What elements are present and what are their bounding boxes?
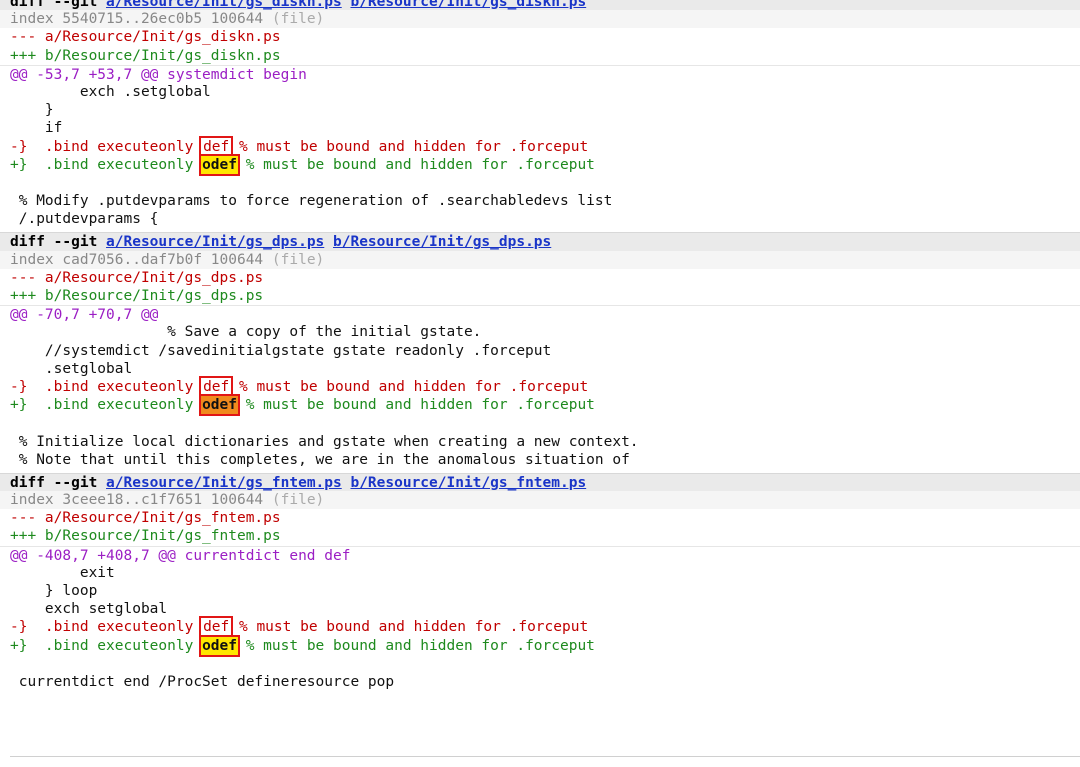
index-line: index 5540715..26ec0b5 100644 (file)	[0, 10, 1080, 29]
highlighted-odef-word: odef	[199, 634, 240, 657]
context-line: /.putdevparams {	[10, 211, 159, 228]
removed-line: -} .bind executeonly def % must be bound…	[0, 616, 1080, 639]
diff-header: diff --git a/Resource/Init/gs_fntem.ps b…	[0, 472, 1080, 492]
bottom-divider	[10, 756, 1080, 757]
hunk-header: @@ -70,7 +70,7 @@	[0, 305, 1080, 323]
minus-file-line: --- a/Resource/Init/gs_diskn.ps	[10, 29, 281, 46]
context-line: }	[10, 102, 54, 119]
file-diff-gs-diskn: diff --git a/Resource/Init/gs_diskn.ps b…	[0, 0, 1080, 228]
diff-header: diff --git a/Resource/Init/gs_diskn.ps b…	[0, 0, 1080, 11]
removed-line: -} .bind executeonly def % must be bound…	[0, 135, 1080, 158]
added-line: +} .bind executeonly odef % must be boun…	[0, 394, 1080, 417]
highlighted-def-word: def	[199, 135, 234, 158]
a-path-link[interactable]: a/Resource/Init/gs_dps.ps	[106, 234, 324, 250]
added-suffix: % must be bound and hidden for .forceput	[236, 637, 595, 654]
context-line: currentdict end /ProcSet defineresource …	[10, 673, 395, 690]
highlighted-odef-word: odef	[199, 394, 240, 417]
context-line: exch .setglobal	[10, 83, 211, 100]
removed-suffix: % must be bound and hidden for .forceput	[230, 378, 589, 395]
added-suffix: % must be bound and hidden for .forceput	[236, 156, 595, 173]
context-line	[0, 174, 1080, 192]
a-path-link[interactable]: a/Resource/Init/gs_diskn.ps	[106, 0, 342, 10]
removed-suffix: % must be bound and hidden for .forceput	[230, 619, 589, 636]
index-meta: (file)	[271, 492, 325, 509]
added-prefix: +} .bind executeonly	[10, 397, 203, 414]
removed-suffix: % must be bound and hidden for .forceput	[230, 138, 589, 155]
highlighted-def-word: def	[199, 375, 234, 399]
removed-prefix: -} .bind executeonly	[10, 619, 203, 636]
index-text: index cad7056..daf7b0f 100644	[10, 251, 264, 268]
context-line	[0, 414, 1080, 432]
minus-file-line: --- a/Resource/Init/gs_fntem.ps	[10, 510, 281, 527]
context-line: % Modify .putdevparams to force regenera…	[10, 193, 613, 210]
diff-command: diff --git	[10, 474, 107, 491]
context-line: } loop	[10, 583, 98, 599]
plus-file-line: +++ b/Resource/Init/gs_diskn.ps	[10, 47, 281, 64]
a-path-link[interactable]: a/Resource/Init/gs_fntem.ps	[106, 475, 342, 491]
plus-file-line: +++ b/Resource/Init/gs_fntem.ps	[10, 528, 281, 545]
index-line: index 3ceee18..c1f7651 100644 (file)	[0, 491, 1080, 510]
added-prefix: +} .bind executeonly	[10, 637, 203, 654]
diff-view: diff --git a/Resource/Init/gs_diskn.ps b…	[0, 0, 1080, 759]
highlighted-odef-word: odef	[199, 153, 240, 176]
plus-file-line: +++ b/Resource/Init/gs_dps.ps	[10, 288, 264, 304]
context-line: .setglobal	[10, 360, 133, 377]
file-diff-gs-dps: diff --git a/Resource/Init/gs_dps.ps b/R…	[0, 232, 1080, 468]
removed-prefix: -} .bind executeonly	[10, 138, 203, 155]
removed-line: -} .bind executeonly def % must be bound…	[0, 375, 1080, 399]
index-meta: (file)	[271, 251, 325, 268]
b-path-link[interactable]: b/Resource/Init/gs_fntem.ps	[350, 475, 586, 491]
added-prefix: +} .bind executeonly	[10, 156, 203, 173]
hunk-header: @@ -53,7 +53,7 @@ systemdict begin	[0, 64, 1080, 83]
added-line: +} .bind executeonly odef % must be boun…	[0, 634, 1080, 657]
removed-prefix: -} .bind executeonly	[10, 378, 203, 395]
context-line: % Save a copy of the initial gstate.	[10, 324, 482, 341]
hunk-header: @@ -408,7 +408,7 @@ currentdict end def	[0, 545, 1080, 564]
context-line: if	[10, 120, 63, 137]
context-line: % Note that until this completes, we are…	[10, 451, 630, 468]
diff-command: diff --git	[10, 0, 107, 10]
minus-file-line: --- a/Resource/Init/gs_dps.ps	[10, 269, 264, 286]
index-text: index 5540715..26ec0b5 100644	[10, 11, 264, 28]
index-line: index cad7056..daf7b0f 100644 (file)	[0, 250, 1080, 269]
added-suffix: % must be bound and hidden for .forceput	[236, 397, 595, 414]
b-path-link[interactable]: b/Resource/Init/gs_dps.ps	[333, 234, 551, 250]
diff-header: diff --git a/Resource/Init/gs_dps.ps b/R…	[0, 232, 1080, 251]
index-text: index 3ceee18..c1f7651 100644	[10, 492, 264, 509]
context-line: % Initialize local dictionaries and gsta…	[10, 433, 639, 450]
added-line: +} .bind executeonly odef % must be boun…	[0, 153, 1080, 176]
context-line: exit	[10, 564, 115, 581]
index-meta: (file)	[271, 11, 325, 28]
file-diff-gs-fntem: diff --git a/Resource/Init/gs_fntem.ps b…	[0, 472, 1080, 691]
diff-command: diff --git	[10, 234, 107, 251]
context-line: //systemdict /savedinitialgstate gstate …	[10, 342, 552, 359]
context-line: exch setglobal	[10, 601, 168, 618]
b-path-link[interactable]: b/Resource/Init/gs_diskn.ps	[350, 0, 586, 10]
highlighted-def-word: def	[199, 616, 234, 639]
context-line	[0, 655, 1080, 673]
